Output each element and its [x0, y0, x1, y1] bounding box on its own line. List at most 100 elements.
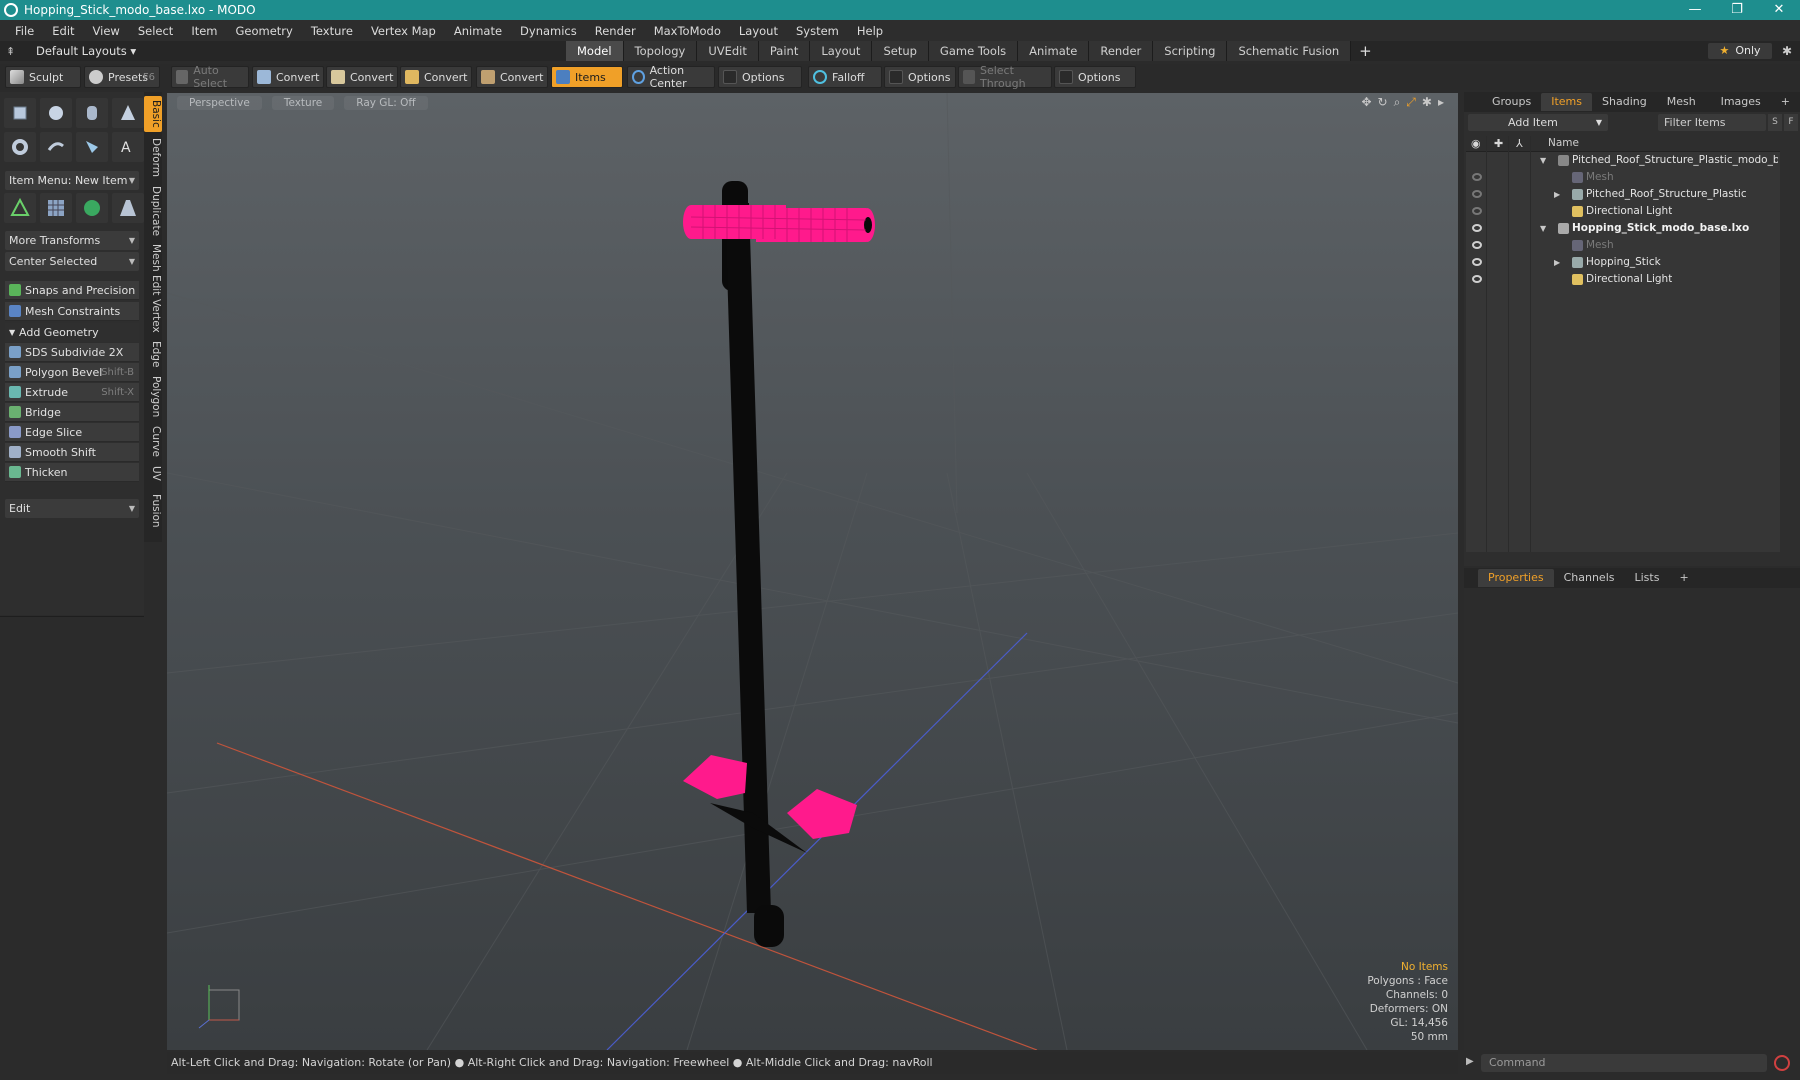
menu-file[interactable]: File — [6, 24, 43, 38]
raygl-toggle[interactable]: Ray GL: Off — [344, 96, 428, 110]
tab-lists[interactable]: Lists — [1625, 569, 1670, 587]
eye-icon[interactable] — [1472, 190, 1482, 198]
world-tool-icon[interactable] — [76, 193, 108, 223]
menu-geometry[interactable]: Geometry — [227, 24, 302, 38]
tab-properties[interactable]: Properties — [1478, 569, 1554, 587]
filter-items-input[interactable]: Filter Items — [1658, 114, 1766, 131]
vtab-deform[interactable]: Deform — [144, 134, 162, 181]
vtab-uv[interactable]: UV — [144, 462, 162, 485]
options-checkbox-2[interactable] — [889, 70, 903, 84]
add-properties-tab[interactable]: + — [1669, 569, 1698, 587]
item-menu-dropdown[interactable]: Item Menu: New Item ▼ — [5, 171, 139, 190]
tree-row-light-2[interactable]: Directional Light — [1466, 271, 1780, 288]
taper-tool-icon[interactable] — [112, 193, 144, 223]
menu-animate[interactable]: Animate — [445, 24, 511, 38]
tab-animate[interactable]: Animate — [1018, 41, 1090, 61]
shading-mode-texture[interactable]: Texture — [271, 96, 335, 110]
add-tab-button[interactable]: + — [1351, 41, 1380, 61]
cube-primitive-icon[interactable] — [4, 98, 36, 128]
tab-channels[interactable]: Channels — [1554, 569, 1625, 587]
3d-viewport[interactable]: Perspective Texture Ray GL: Off ✥ ↻ ⌕ ⤢ … — [167, 93, 1458, 1050]
maximize-button[interactable]: ❐ — [1716, 0, 1758, 20]
vtab-edge[interactable]: Edge — [144, 337, 162, 371]
eye-icon[interactable] — [1472, 258, 1482, 266]
menu-layout[interactable]: Layout — [730, 24, 787, 38]
sculpt-button[interactable]: Sculpt — [5, 66, 81, 88]
default-layouts-dropdown[interactable]: Default Layouts ▾ — [36, 44, 136, 58]
tree-row-pitched-roof-scene[interactable]: ▼ Pitched_Roof_Structure_Plastic_modo_ba… — [1466, 152, 1780, 169]
tree-row-hopping-stick-mesh[interactable]: ▶ Hopping_Stick — [1466, 254, 1780, 271]
close-button[interactable]: ✕ — [1758, 0, 1800, 20]
tab-topology[interactable]: Topology — [623, 41, 698, 61]
vtab-polygon[interactable]: Polygon — [144, 372, 162, 421]
items-mode-button[interactable]: Items — [551, 66, 623, 88]
add-item-dropdown[interactable]: Add Item ▼ — [1468, 114, 1608, 131]
tab-render[interactable]: Render — [1089, 41, 1154, 61]
action-center-button[interactable]: Action Center — [627, 64, 715, 90]
name-column-header[interactable]: Name — [1548, 137, 1579, 149]
convert-button-1[interactable]: Convert — [252, 66, 324, 88]
command-arrow-icon[interactable]: ▶ — [1466, 1056, 1474, 1067]
only-button[interactable]: ★ Only — [1708, 43, 1772, 59]
vtab-mesh-edit[interactable]: Mesh Edit — [144, 240, 162, 299]
tab-paint[interactable]: Paint — [758, 41, 811, 61]
options-button-3[interactable]: Options — [1054, 66, 1136, 88]
vtab-curve[interactable]: Curve — [144, 422, 162, 461]
expand-arrow-icon[interactable]: ▼ — [1540, 152, 1546, 169]
torus-primitive-icon[interactable] — [4, 132, 36, 162]
menu-maxtomodo[interactable]: MaxToModo — [645, 24, 730, 38]
vtab-fusion[interactable]: Fusion — [144, 490, 162, 532]
sphere-primitive-icon[interactable] — [40, 98, 72, 128]
fit-icon[interactable]: ⤢ — [1406, 95, 1416, 110]
options-checkbox-1[interactable] — [723, 70, 737, 84]
rotate-icon[interactable]: ↻ — [1378, 95, 1388, 110]
vtab-duplicate[interactable]: Duplicate — [144, 182, 162, 240]
viewport-menu-arrow-icon[interactable]: ▸ — [1438, 95, 1444, 110]
smooth-shift-button[interactable]: Smooth Shift — [5, 443, 139, 462]
more-transforms-dropdown[interactable]: More Transforms ▼ — [5, 231, 139, 250]
tab-images[interactable]: Images — [1711, 93, 1771, 111]
edit-dropdown[interactable]: Edit ▼ — [5, 499, 139, 518]
tab-model[interactable]: Model — [566, 41, 624, 61]
eye-icon[interactable] — [1472, 173, 1482, 181]
tab-layout[interactable]: Layout — [810, 41, 873, 61]
tab-scripting[interactable]: Scripting — [1153, 41, 1228, 61]
menu-texture[interactable]: Texture — [302, 24, 362, 38]
vtab-basic[interactable]: Basic — [144, 96, 162, 132]
menu-select[interactable]: Select — [129, 24, 182, 38]
text-tool-icon[interactable]: A — [112, 132, 144, 162]
menu-render[interactable]: Render — [586, 24, 645, 38]
record-icon[interactable] — [1774, 1055, 1790, 1071]
options-button-1[interactable]: Options — [718, 66, 802, 88]
tree-row-light-1[interactable]: Directional Light — [1466, 203, 1780, 220]
cone-primitive-icon[interactable] — [112, 98, 144, 128]
cylinder-primitive-icon[interactable] — [76, 98, 108, 128]
sds-subdivide-button[interactable]: SDS Subdivide 2X — [5, 343, 139, 362]
minimize-button[interactable]: — — [1674, 0, 1716, 20]
tree-row-hopping-stick-scene[interactable]: ▼ Hopping_Stick_modo_base.lxo — [1466, 220, 1780, 237]
menu-vertex-map[interactable]: Vertex Map — [362, 24, 445, 38]
center-selected-dropdown[interactable]: Center Selected ▼ — [5, 252, 139, 271]
transform-tool-icon[interactable] — [4, 193, 36, 223]
zoom-icon[interactable]: ⌕ — [1394, 95, 1401, 110]
pen-tool-icon[interactable] — [76, 132, 108, 162]
capsule-primitive-icon[interactable] — [40, 132, 72, 162]
mesh-constraints-button[interactable]: Mesh Constraints — [5, 302, 139, 321]
tab-shading[interactable]: Shading — [1592, 93, 1657, 111]
menu-item[interactable]: Item — [182, 24, 226, 38]
menu-view[interactable]: View — [84, 24, 129, 38]
add-geometry-header[interactable]: ▼ Add Geometry — [5, 323, 139, 342]
options-button-2[interactable]: Options — [884, 66, 956, 88]
select-through-button[interactable]: Select Through — [958, 64, 1052, 90]
eye-icon[interactable] — [1472, 224, 1482, 232]
convert-button-3[interactable]: Convert — [400, 66, 472, 88]
layouts-arrow-icon[interactable]: ⇞ — [6, 45, 22, 58]
eye-icon[interactable] — [1472, 207, 1482, 215]
tab-groups[interactable]: Groups — [1482, 93, 1541, 111]
vtab-vertex[interactable]: Vertex — [144, 295, 162, 337]
tab-game-tools[interactable]: Game Tools — [928, 41, 1019, 61]
extrude-button[interactable]: Extrude Shift-X — [5, 383, 139, 402]
convert-button-2[interactable]: Convert — [326, 66, 398, 88]
snaps-precision-button[interactable]: Snaps and Precision — [5, 281, 139, 300]
tab-schematic-fusion[interactable]: Schematic Fusion — [1227, 41, 1352, 61]
